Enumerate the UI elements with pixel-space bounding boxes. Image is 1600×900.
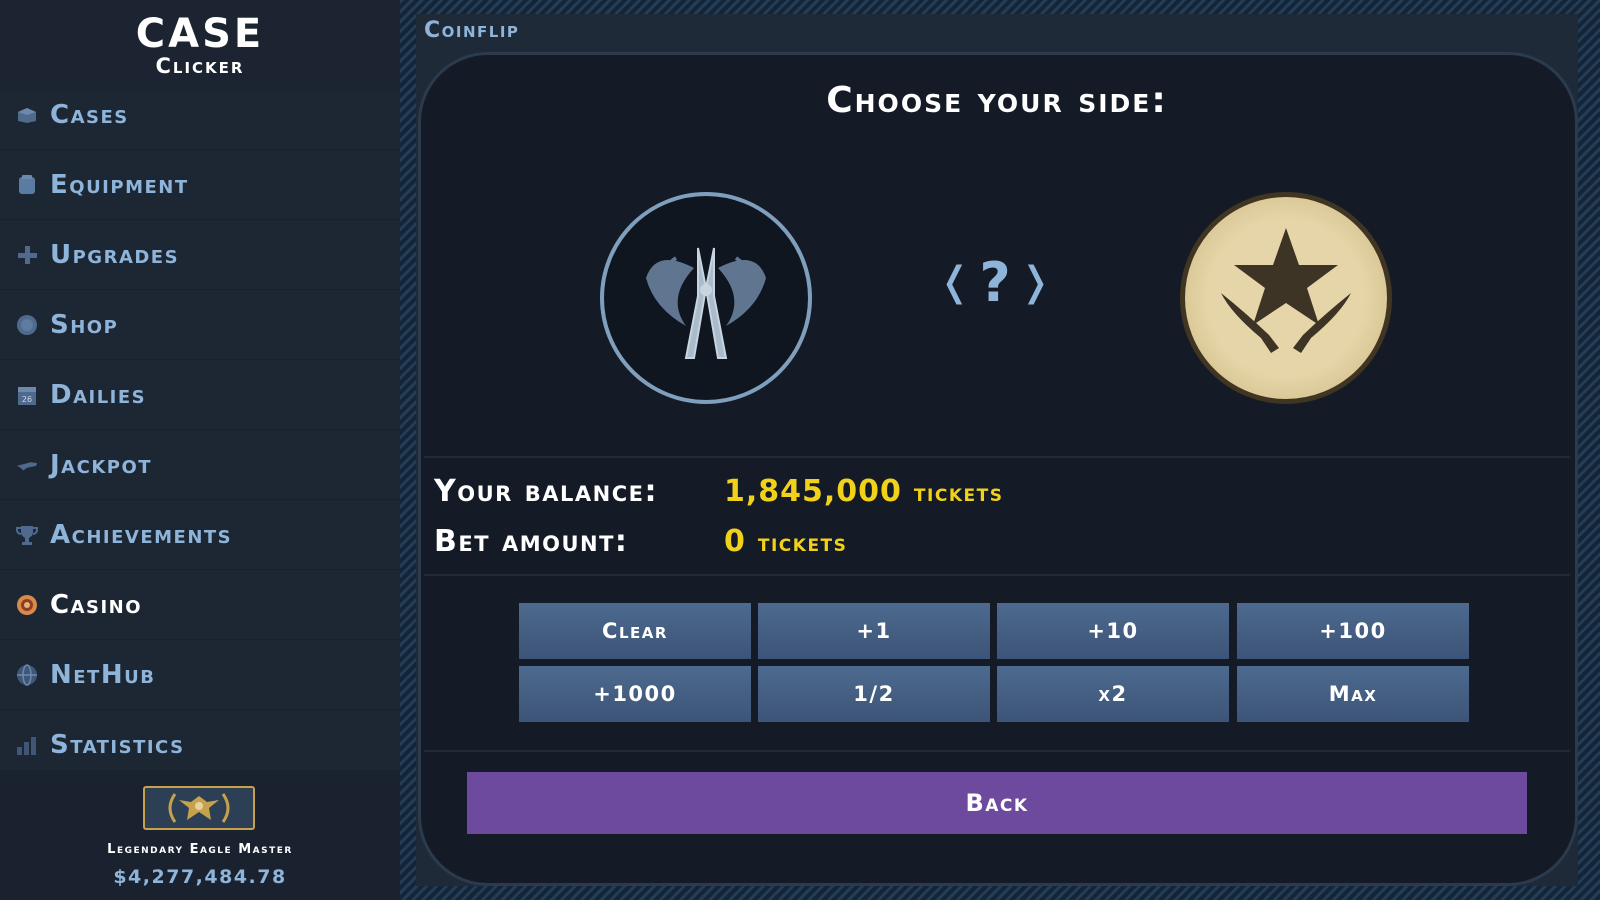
cases-icon: [16, 104, 38, 126]
sidebar-item-casino[interactable]: Casino: [0, 570, 400, 640]
divider: [424, 456, 1570, 458]
sidebar-item-label: Casino: [50, 589, 143, 620]
sidebar-item-label: Dailies: [50, 379, 147, 410]
sidebar: CASE Clicker Cases Equipment Upgrades Sh…: [0, 0, 400, 900]
sidebar-item-nethub[interactable]: NetHub: [0, 640, 400, 710]
calendar-icon: 26: [16, 384, 38, 406]
chevron-right-icon: ❭: [1018, 259, 1053, 305]
add-10-button[interactable]: +10: [997, 603, 1229, 659]
half-bet-button[interactable]: 1/2: [758, 666, 990, 722]
money-balance: $4,277,484.78: [113, 866, 287, 888]
globe-icon: [16, 663, 38, 686]
bet-label: Bet amount:: [434, 524, 629, 559]
t-emblem-icon: [1221, 228, 1351, 353]
sidebar-item-label: Cases: [50, 99, 129, 130]
bet-unit: tickets: [757, 529, 848, 557]
logo-title: CASE: [135, 11, 265, 57]
balance-unit: tickets: [913, 479, 1004, 507]
sidebar-item-dailies[interactable]: 26 Dailies: [0, 360, 400, 430]
balance-row: Your balance: 1,845,000 tickets: [434, 474, 1003, 509]
ct-side-coin[interactable]: [600, 192, 812, 404]
profile-panel: Legendary Eagle Master $4,277,484.78: [0, 770, 400, 900]
bet-value: 0: [724, 524, 746, 559]
coin-result-indicator: ❬ ? ❭: [920, 250, 1070, 314]
rank-name: Legendary Eagle Master: [107, 842, 293, 857]
sidebar-item-upgrades[interactable]: Upgrades: [0, 220, 400, 290]
app-logo: CASE Clicker: [0, 0, 400, 92]
sidebar-item-label: Shop: [50, 309, 119, 340]
bet-row: Bet amount: 0 tickets: [434, 524, 847, 559]
sidebar-item-achievements[interactable]: Achievements: [0, 500, 400, 570]
balance-value: 1,845,000: [724, 474, 902, 509]
double-bet-button[interactable]: x2: [997, 666, 1229, 722]
coinflip-inner: [418, 52, 1578, 886]
choose-side-title: Choose your side:: [826, 80, 1168, 121]
casino-chip-icon: [16, 594, 38, 616]
trophy-icon: [16, 524, 38, 546]
jackpot-icon: [16, 454, 38, 476]
equipment-icon: [16, 174, 38, 196]
panel-title: Coinflip: [424, 18, 520, 43]
back-button[interactable]: Back: [467, 772, 1527, 834]
divider: [424, 574, 1570, 576]
rank-badge-icon: [143, 786, 255, 830]
question-mark-icon: ?: [979, 250, 1011, 314]
sidebar-item-label: Jackpot: [50, 449, 153, 480]
sidebar-item-jackpot[interactable]: Jackpot: [0, 430, 400, 500]
sidebar-item-cases[interactable]: Cases: [0, 80, 400, 150]
sidebar-item-equipment[interactable]: Equipment: [0, 150, 400, 220]
clear-bet-button[interactable]: Clear: [519, 603, 751, 659]
add-100-button[interactable]: +100: [1237, 603, 1469, 659]
ct-emblem-icon: [646, 247, 766, 359]
chevron-left-icon: ❬: [937, 259, 972, 305]
shop-icon: [16, 314, 38, 336]
add-1-button[interactable]: +1: [758, 603, 990, 659]
max-bet-button[interactable]: Max: [1237, 666, 1469, 722]
sidebar-item-label: Upgrades: [50, 239, 180, 270]
divider: [424, 750, 1570, 752]
add-1000-button[interactable]: +1000: [519, 666, 751, 722]
t-side-coin[interactable]: [1180, 192, 1392, 404]
sidebar-item-shop[interactable]: Shop: [0, 290, 400, 360]
sidebar-item-label: Equipment: [50, 169, 189, 200]
logo-subtitle: Clicker: [155, 54, 245, 78]
svg-text:26: 26: [22, 395, 32, 404]
sidebar-item-label: NetHub: [50, 659, 156, 690]
bar-chart-icon: [16, 734, 38, 756]
sidebar-item-label: Statistics: [50, 729, 185, 760]
sidebar-item-label: Achievements: [50, 519, 233, 550]
balance-label: Your balance:: [434, 474, 658, 509]
upgrades-icon: [16, 244, 38, 266]
